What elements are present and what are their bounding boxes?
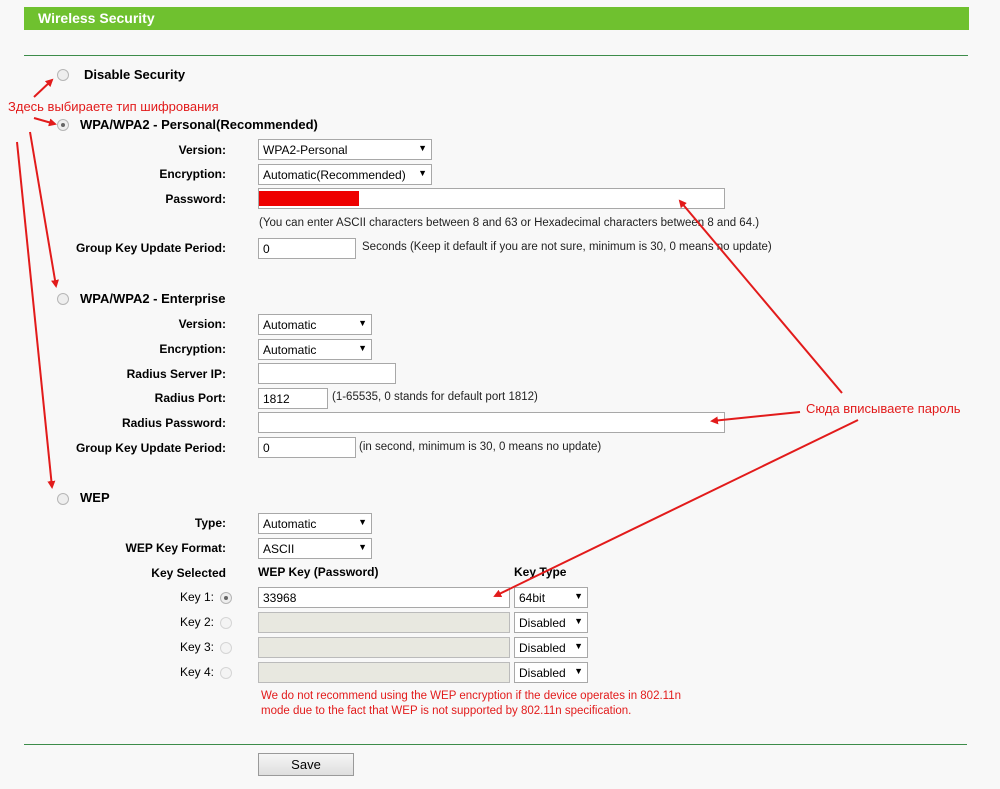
radius-port-hint: (1-65535, 0 stands for default port 1812…: [332, 391, 538, 403]
chevron-down-icon: ▼: [574, 641, 583, 651]
wep-key4-type-value: Disabled: [519, 666, 566, 680]
wep-key2-label: Key 2:: [179, 615, 214, 629]
enterprise-encryption-label: Encryption:: [159, 342, 226, 356]
wep-col-selected: Key Selected: [151, 566, 226, 580]
bottom-divider: [24, 744, 967, 745]
radius-port-input[interactable]: 1812: [258, 388, 328, 409]
chevron-down-icon: ▼: [574, 591, 583, 601]
chevron-down-icon: ▼: [358, 318, 367, 328]
radius-password-label: Radius Password:: [121, 416, 226, 430]
wep-warning: We do not recommend using the WEP encryp…: [261, 690, 681, 717]
personal-password-label: Password:: [165, 192, 226, 206]
wep-key2-radio[interactable]: [220, 617, 232, 629]
radius-ip-input[interactable]: [258, 363, 396, 384]
enterprise-encryption-select[interactable]: Automatic ▼: [258, 339, 372, 360]
page-title: Wireless Security: [38, 10, 155, 26]
chevron-down-icon: ▼: [358, 343, 367, 353]
personal-gkup-label: Group Key Update Period:: [75, 241, 226, 255]
disable-security-radio[interactable]: [57, 69, 69, 81]
wpa-personal-label: WPA/WPA2 - Personal(Recommended): [80, 117, 318, 132]
enterprise-gkup-label: Group Key Update Period:: [75, 441, 226, 455]
wep-format-label: WEP Key Format:: [125, 541, 226, 555]
annotation-select-type: Здесь выбираете тип шифрования: [8, 99, 219, 114]
personal-encryption-value: Automatic(Recommended): [263, 168, 406, 182]
radius-ip-label: Radius Server IP:: [126, 367, 226, 381]
wep-format-select[interactable]: ASCII ▼: [258, 538, 372, 559]
wep-key2-type-select[interactable]: Disabled ▼: [514, 612, 588, 633]
personal-gkup-hint: Seconds (Keep it default if you are not …: [362, 241, 772, 253]
enterprise-version-value: Automatic: [263, 318, 317, 332]
wep-key4-label: Key 4:: [179, 665, 214, 679]
radius-password-input[interactable]: [258, 412, 725, 433]
save-button[interactable]: Save: [258, 753, 354, 776]
wep-key3-type-value: Disabled: [519, 641, 566, 655]
wep-type-value: Automatic: [263, 517, 317, 531]
wep-key1-label: Key 1:: [179, 590, 214, 604]
personal-version-label: Version:: [178, 143, 226, 157]
chevron-down-icon: ▼: [418, 168, 427, 178]
wep-key3-type-select[interactable]: Disabled ▼: [514, 637, 588, 658]
personal-encryption-select[interactable]: Automatic(Recommended) ▼: [258, 164, 432, 185]
wep-type-label: Type:: [194, 516, 226, 530]
wep-key2-type-value: Disabled: [519, 616, 566, 630]
wpa-enterprise-label: WPA/WPA2 - Enterprise: [80, 291, 226, 306]
arrow-to-personal-password: [678, 199, 843, 394]
wep-key3-input[interactable]: [258, 637, 510, 658]
wep-key2-input[interactable]: [258, 612, 510, 633]
chevron-down-icon: ▼: [358, 542, 367, 552]
wep-key3-radio[interactable]: [220, 642, 232, 654]
enterprise-gkup-hint: (in second, minimum is 30, 0 means no up…: [359, 441, 602, 453]
wep-key4-type-select[interactable]: Disabled ▼: [514, 662, 588, 683]
top-divider: [24, 55, 968, 56]
page-title-bar: Wireless Security: [24, 7, 969, 30]
wep-col-type: Key Type: [514, 565, 567, 579]
wep-col-key: WEP Key (Password): [258, 565, 379, 579]
chevron-down-icon: ▼: [358, 517, 367, 527]
personal-gkup-input[interactable]: 0: [258, 238, 356, 259]
annotation-enter-password: Сюда вписываете пароль: [806, 401, 961, 416]
wep-key4-radio[interactable]: [220, 667, 232, 679]
arrow-to-radius-password: [710, 411, 801, 425]
wep-key4-input[interactable]: [258, 662, 510, 683]
arrow-to-disable: [33, 78, 54, 98]
personal-encryption-label: Encryption:: [159, 167, 226, 181]
wep-radio[interactable]: [57, 493, 69, 505]
personal-version-select[interactable]: WPA2-Personal ▼: [258, 139, 432, 160]
wpa-enterprise-radio[interactable]: [57, 293, 69, 305]
wep-key1-input[interactable]: 33968: [258, 587, 510, 608]
wep-key1-type-select[interactable]: 64bit ▼: [514, 587, 588, 608]
enterprise-version-label: Version:: [178, 317, 226, 331]
chevron-down-icon: ▼: [574, 666, 583, 676]
arrow-to-personal: [33, 117, 57, 127]
personal-version-value: WPA2-Personal: [263, 143, 348, 157]
wpa-personal-radio[interactable]: [57, 119, 69, 131]
radius-port-label: Radius Port:: [154, 391, 226, 405]
wep-key1-radio[interactable]: [220, 592, 232, 604]
wep-key1-type-value: 64bit: [519, 591, 546, 605]
wep-format-value: ASCII: [263, 542, 295, 556]
enterprise-version-select[interactable]: Automatic ▼: [258, 314, 372, 335]
personal-password-hint: (You can enter ASCII characters between …: [259, 217, 760, 229]
enterprise-gkup-input[interactable]: 0: [258, 437, 356, 458]
enterprise-encryption-value: Automatic: [263, 343, 317, 357]
wep-key3-label: Key 3:: [179, 640, 214, 654]
disable-security-label: Disable Security: [84, 67, 186, 82]
chevron-down-icon: ▼: [418, 143, 427, 153]
password-redaction: [259, 191, 359, 206]
chevron-down-icon: ▼: [574, 616, 583, 626]
wep-type-select[interactable]: Automatic ▼: [258, 513, 372, 534]
wep-label: WEP: [80, 490, 110, 505]
